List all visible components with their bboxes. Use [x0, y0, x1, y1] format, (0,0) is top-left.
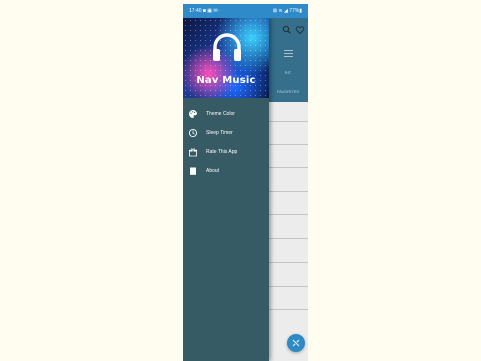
- shuffle-fab-button[interactable]: [287, 334, 305, 352]
- list-divider: [269, 238, 308, 239]
- clock-icon: [188, 128, 198, 138]
- status-time: 17:40 ◙ ▣ ✉ ·: [189, 8, 221, 14]
- sort-icon[interactable]: [284, 49, 294, 59]
- palette-icon: [188, 109, 198, 119]
- heart-icon[interactable]: [295, 25, 305, 35]
- list-divider: [269, 191, 308, 192]
- tab-favorites[interactable]: FAVORITES: [273, 89, 303, 94]
- menu-item-rate-app[interactable]: Rate This App: [183, 144, 269, 160]
- status-bar: 17:40 ◙ ▣ ✉ · ⊠ ≋ ◢ 77%▮: [183, 4, 308, 18]
- list-divider: [269, 262, 308, 263]
- status-icons: ⊠ ≋ ◢ 77%▮: [272, 8, 302, 14]
- phone-screen: 17:40 ◙ ▣ ✉ · ⊠ ≋ ◢ 77%▮ RIT FAVORITES N…: [183, 4, 308, 361]
- book-icon: [188, 166, 198, 176]
- search-icon[interactable]: [282, 25, 292, 35]
- headphones-icon: [210, 30, 244, 64]
- list-divider: [269, 121, 308, 122]
- menu-item-label: Theme Color: [206, 111, 235, 117]
- list-divider: [269, 286, 308, 287]
- gift-icon: [188, 147, 198, 157]
- navigation-drawer: Nav Music Theme Color Sleep Timer Rate T…: [183, 18, 269, 361]
- drawer-header: Nav Music: [183, 18, 269, 98]
- menu-item-label: About: [206, 168, 220, 174]
- list-divider: [269, 214, 308, 215]
- menu-item-about[interactable]: About: [183, 163, 269, 179]
- list-divider: [269, 167, 308, 168]
- menu-item-theme-color[interactable]: Theme Color: [183, 106, 269, 122]
- tab-recent[interactable]: RIT: [273, 70, 303, 75]
- list-divider: [269, 309, 308, 310]
- app-title: Nav Music: [196, 75, 256, 86]
- menu-item-sleep-timer[interactable]: Sleep Timer: [183, 125, 269, 141]
- menu-item-label: Rate This App: [206, 149, 238, 155]
- menu-item-label: Sleep Timer: [206, 130, 233, 136]
- list-divider: [269, 144, 308, 145]
